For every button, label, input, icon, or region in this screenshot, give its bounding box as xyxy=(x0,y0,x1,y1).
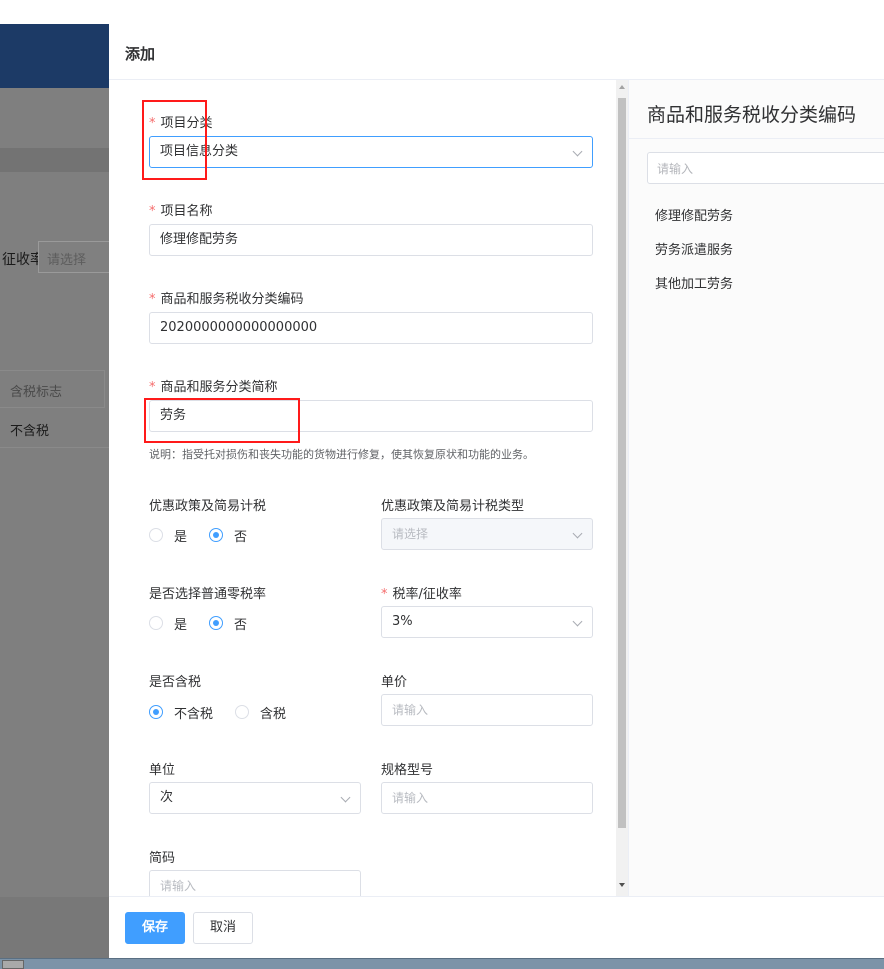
unit-label: 单位 xyxy=(149,763,176,778)
tax-rate-select[interactable]: 3% xyxy=(381,606,593,638)
spec-input[interactable]: 请输入 xyxy=(381,782,593,814)
scroll-thumb[interactable] xyxy=(618,98,626,828)
background-header xyxy=(0,24,109,88)
tax-included-radio[interactable]: 含税 xyxy=(235,703,286,722)
spec-label: 规格型号 xyxy=(381,763,434,778)
add-drawer: 添加 * 项目分类 项目信息分类 * 项目名称 修理修配劳务 * 商品和服务税收分类编… xyxy=(109,24,884,958)
chevron-down-icon xyxy=(572,528,583,539)
name-label: * 项目名称 xyxy=(149,204,213,219)
preferential-no-radio[interactable]: 否 xyxy=(209,526,247,545)
tax-code-tree-panel: 商品和服务税收分类编码 请输入 修理修配劳务 劳务派遣服务 其他加工劳务 xyxy=(628,80,884,896)
required-mark: * xyxy=(149,292,156,307)
form-scrollbar[interactable] xyxy=(616,80,628,896)
background-band xyxy=(0,148,109,172)
unit-price-input[interactable]: 请输入 xyxy=(381,694,593,726)
radio-circle xyxy=(209,528,224,542)
tree-item[interactable]: 其他加工劳务 xyxy=(655,273,733,292)
short-name-hint: 说明：指受托对损伤和丧失功能的货物进行修复，使其恢复原状和功能的业务。 xyxy=(149,448,534,461)
cancel-button[interactable]: 取消 xyxy=(193,912,253,944)
drawer-header: 添加 xyxy=(109,24,884,80)
background-table-cell: 不含税 xyxy=(0,410,109,448)
zero-rate-radio-group: 是 否 xyxy=(149,614,269,633)
tax-included-radio-group: 不含税 含税 xyxy=(149,703,308,722)
radio-circle xyxy=(149,616,163,630)
tree-title: 商品和服务税收分类编码 xyxy=(647,104,857,126)
tree-divider xyxy=(629,138,884,139)
tax-code-label: * 商品和服务税收分类编码 xyxy=(149,292,304,307)
required-mark: * xyxy=(149,204,156,219)
radio-circle xyxy=(235,705,250,719)
radio-circle xyxy=(209,616,224,630)
background-rate-select: 请选择 xyxy=(38,241,109,273)
preferential-type-select[interactable]: 请选择 xyxy=(381,518,593,550)
tax-included-label: 是否含税 xyxy=(149,675,202,690)
category-select[interactable]: 项目信息分类 xyxy=(149,136,593,168)
unit-price-label: 单价 xyxy=(381,675,408,690)
scroll-up-arrow-icon[interactable] xyxy=(619,85,625,89)
unit-select[interactable]: 次 xyxy=(149,782,361,814)
drawer-title: 添加 xyxy=(125,45,156,63)
tree-item[interactable]: 劳务派遣服务 xyxy=(655,239,733,258)
background-table-header: 含税标志 xyxy=(0,370,105,408)
tree-item[interactable]: 修理修配劳务 xyxy=(655,205,733,224)
top-strip xyxy=(0,0,884,24)
chevron-down-icon xyxy=(572,616,583,627)
annotation-box-category xyxy=(142,100,207,180)
preferential-radio-group: 是 否 xyxy=(149,526,269,545)
taskbar-button[interactable] xyxy=(2,960,24,969)
chevron-down-icon xyxy=(340,792,351,803)
chevron-down-icon xyxy=(572,146,583,157)
annotation-box-short-name xyxy=(144,398,300,443)
radio-circle xyxy=(149,705,163,719)
required-mark: * xyxy=(149,380,156,395)
tree-search-input[interactable]: 请输入 xyxy=(647,152,884,184)
zero-rate-yes-radio[interactable]: 是 xyxy=(149,614,187,633)
scroll-down-arrow-icon[interactable] xyxy=(619,883,625,887)
preferential-yes-radio[interactable]: 是 xyxy=(149,526,187,545)
save-button[interactable]: 保存 xyxy=(125,912,185,944)
zero-rate-label: 是否选择普通零税率 xyxy=(149,587,267,602)
preferential-type-label: 优惠政策及简易计税类型 xyxy=(381,499,525,514)
tax-code-input[interactable]: 2020000000000000000 xyxy=(149,312,593,344)
radio-circle xyxy=(149,528,163,542)
short-name-label: * 商品和服务分类简称 xyxy=(149,380,278,395)
form-pane: * 项目分类 项目信息分类 * 项目名称 修理修配劳务 * 商品和服务税收分类编码 2… xyxy=(109,80,616,896)
taskbar xyxy=(0,958,884,969)
zero-rate-no-radio[interactable]: 否 xyxy=(209,614,247,633)
preferential-label: 优惠政策及简易计税 xyxy=(149,499,267,514)
drawer-footer: 保存 取消 xyxy=(109,896,884,958)
short-code-label: 简码 xyxy=(149,851,176,866)
tax-rate-label: * 税率/征收率 xyxy=(381,587,462,602)
name-input[interactable]: 修理修配劳务 xyxy=(149,224,593,256)
short-code-input[interactable]: 请输入 xyxy=(149,870,361,896)
tax-excluded-radio[interactable]: 不含税 xyxy=(149,703,213,722)
required-mark: * xyxy=(381,587,388,602)
background-page: 征收率 请选择 含税标志 不含税 xyxy=(0,24,109,969)
